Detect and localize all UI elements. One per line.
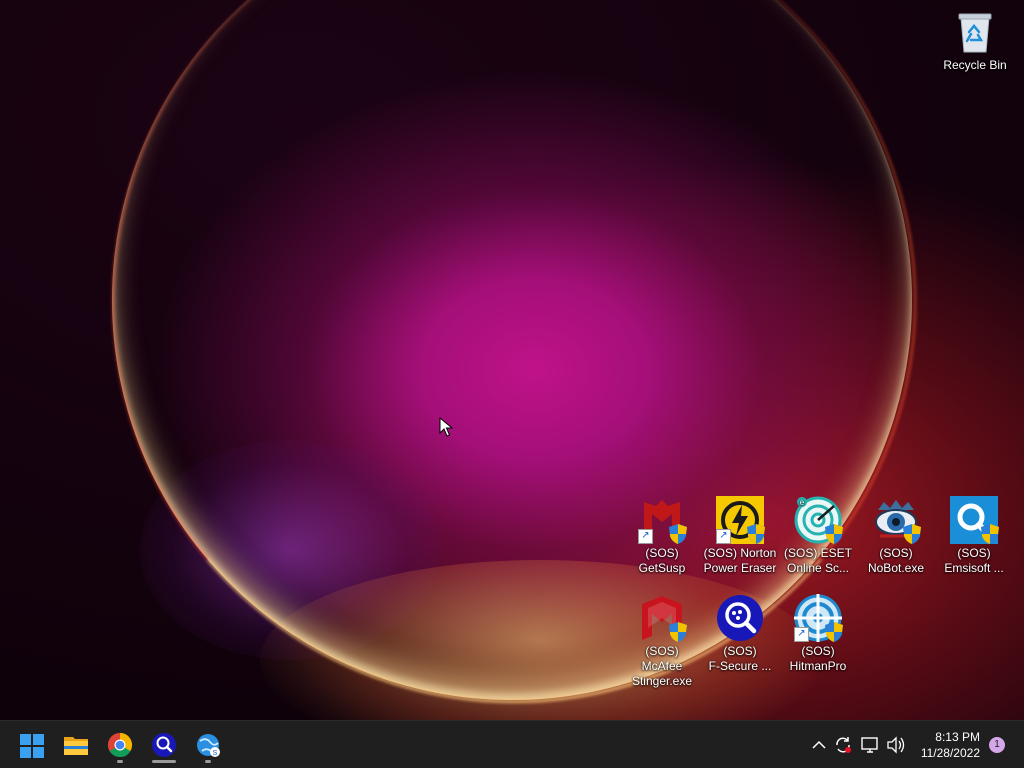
wallpaper-glow-left xyxy=(140,440,440,660)
emsisoft-shortcut[interactable]: (SOS) Emsisoft ... xyxy=(936,496,1012,584)
uac-shield-icon xyxy=(669,524,687,544)
hitmanpro-label: (SOS) HitmanPro xyxy=(789,644,847,673)
network-icon xyxy=(861,737,878,753)
recycle-bin-label: Recycle Bin xyxy=(943,58,1007,72)
globe-app-icon: S xyxy=(197,734,220,757)
desktop-wallpaper[interactable]: Recycle Bin ↗ (SOS) GetSusp ↗ (SOS) Nort… xyxy=(0,0,1024,720)
scanner-magnifier-icon xyxy=(152,733,176,757)
mcafee-stinger-shortcut[interactable]: (SOS) McAfee Stinger.exe xyxy=(624,594,700,688)
hitmanpro-shortcut[interactable]: ↗ (SOS) HitmanPro xyxy=(780,594,856,682)
uac-shield-icon xyxy=(825,622,843,642)
volume-icon xyxy=(887,736,905,754)
scanner-taskbar-button[interactable] xyxy=(144,725,184,765)
network-tray-button[interactable] xyxy=(858,721,882,769)
emsisoft-label: (SOS) Emsisoft ... xyxy=(944,546,1004,575)
nobot-label: (SOS) NoBot.exe xyxy=(867,546,925,575)
mcafee-label: (SOS) McAfee Stinger.exe xyxy=(631,644,693,688)
start-button[interactable] xyxy=(12,725,52,765)
eset-online-scanner-shortcut[interactable]: e (SOS) ESET Online Sc... xyxy=(780,496,856,584)
uac-shield-icon xyxy=(669,622,687,642)
active-indicator xyxy=(152,760,176,763)
recycle-bin-shortcut[interactable]: Recycle Bin xyxy=(937,8,1013,96)
show-hidden-icons-button[interactable] xyxy=(808,721,830,769)
sync-icon xyxy=(836,737,851,753)
norton-label: (SOS) Norton Power Eraser xyxy=(703,546,777,575)
clock-time: 8:13 PM xyxy=(935,730,980,744)
notification-badge[interactable]: 1 xyxy=(989,737,1005,753)
running-indicator xyxy=(205,760,211,763)
uac-shield-icon xyxy=(903,524,921,544)
uac-shield-icon xyxy=(747,524,765,544)
globe-app-taskbar-button[interactable]: S xyxy=(188,725,228,765)
mcafee-stinger-icon xyxy=(638,594,687,642)
nobot-icon xyxy=(872,496,921,544)
norton-power-eraser-shortcut[interactable]: ↗ (SOS) Norton Power Eraser xyxy=(702,496,778,584)
shortcut-arrow-icon: ↗ xyxy=(716,529,731,544)
eset-label: (SOS) ESET Online Sc... xyxy=(783,546,852,575)
file-explorer-taskbar-button[interactable] xyxy=(56,725,96,765)
svg-text:S: S xyxy=(213,750,218,757)
eset-online-scanner-icon: e xyxy=(794,496,843,544)
hitmanpro-icon: ↗ xyxy=(794,594,843,642)
shortcut-arrow-icon: ↗ xyxy=(794,627,809,642)
chrome-taskbar-button[interactable] xyxy=(100,725,140,765)
getsusp-icon: ↗ xyxy=(638,496,687,544)
getsusp-shortcut[interactable]: ↗ (SOS) GetSusp xyxy=(624,496,700,584)
uac-shield-icon xyxy=(825,524,843,544)
chrome-icon xyxy=(107,733,133,758)
clock[interactable]: 8:13 PM 11/28/2022 xyxy=(921,729,980,761)
chevron-up-icon xyxy=(812,740,826,749)
uac-shield-icon xyxy=(981,524,999,544)
emsisoft-icon xyxy=(950,496,999,544)
running-indicator xyxy=(117,760,123,763)
windows-start-icon xyxy=(20,734,44,758)
mouse-cursor-icon xyxy=(439,417,453,437)
f-secure-label: (SOS) F-Secure ... xyxy=(708,644,772,673)
svg-text:e: e xyxy=(800,498,805,507)
file-explorer-icon xyxy=(64,737,88,755)
taskbar: S 8:13 PM 11/28/2022 1 xyxy=(0,720,1024,768)
f-secure-icon xyxy=(716,594,764,642)
getsusp-label: (SOS) GetSusp xyxy=(638,546,686,575)
recycle-bin-icon xyxy=(951,8,999,56)
f-secure-shortcut[interactable]: (SOS) F-Secure ... xyxy=(702,594,778,682)
shortcut-arrow-icon: ↗ xyxy=(638,529,653,544)
norton-power-eraser-icon: ↗ xyxy=(716,496,765,544)
nobot-shortcut[interactable]: (SOS) NoBot.exe xyxy=(858,496,934,584)
volume-tray-button[interactable] xyxy=(884,721,908,769)
clock-date: 11/28/2022 xyxy=(920,746,980,760)
sync-tray-button[interactable] xyxy=(832,721,854,769)
